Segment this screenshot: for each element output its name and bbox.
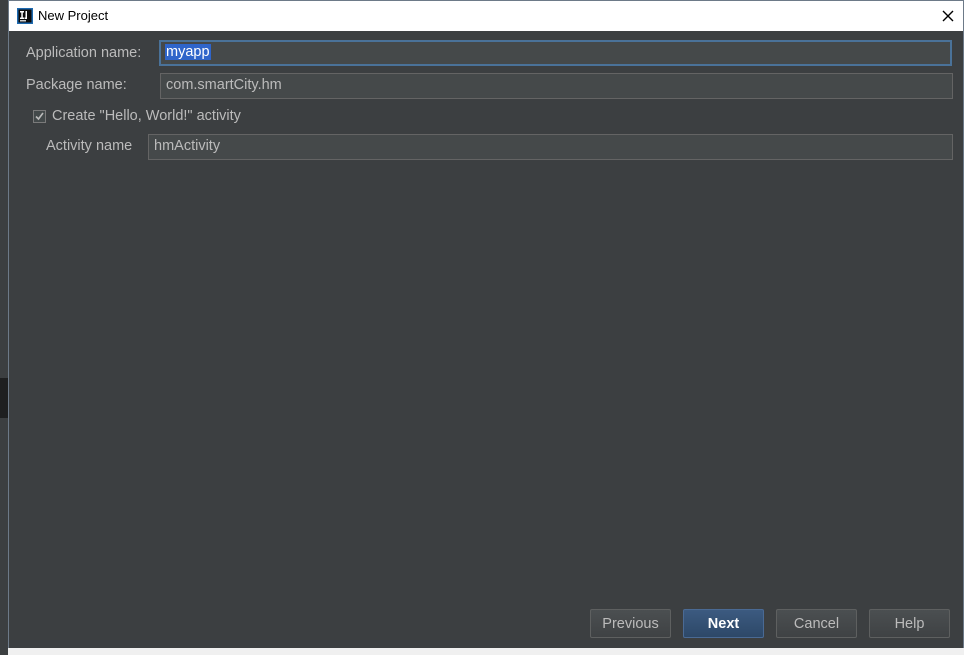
close-button[interactable]	[933, 1, 963, 31]
background-window-edge-right	[964, 0, 972, 655]
intellij-idea-icon	[17, 8, 33, 24]
window-title: New Project	[38, 8, 109, 23]
background-window-edge-left	[0, 0, 8, 655]
background-dark-strip	[0, 378, 8, 418]
application-name-input[interactable]: myapp	[159, 40, 952, 66]
activity-name-input[interactable]: hmActivity	[148, 134, 953, 160]
dialog-content: Application name: myapp Package name: co…	[9, 31, 963, 648]
activity-name-label: Activity name	[46, 138, 133, 154]
checkmark-icon	[35, 112, 44, 121]
help-button[interactable]: Help	[869, 609, 950, 638]
cancel-button[interactable]: Cancel	[776, 609, 857, 638]
create-activity-checkbox[interactable]	[33, 110, 46, 123]
application-name-value: myapp	[165, 44, 211, 60]
close-icon	[942, 10, 954, 22]
next-button[interactable]: Next	[683, 609, 764, 638]
package-name-input[interactable]: com.smartCity.hm	[160, 73, 953, 99]
create-activity-label[interactable]: Create "Hello, World!" activity	[52, 108, 241, 124]
title-bar[interactable]: New Project	[9, 1, 963, 31]
previous-button[interactable]: Previous	[590, 609, 671, 638]
application-name-label: Application name:	[26, 45, 142, 61]
new-project-dialog: New Project Application name: myapp Pack…	[8, 0, 964, 648]
package-name-label: Package name:	[26, 77, 127, 93]
